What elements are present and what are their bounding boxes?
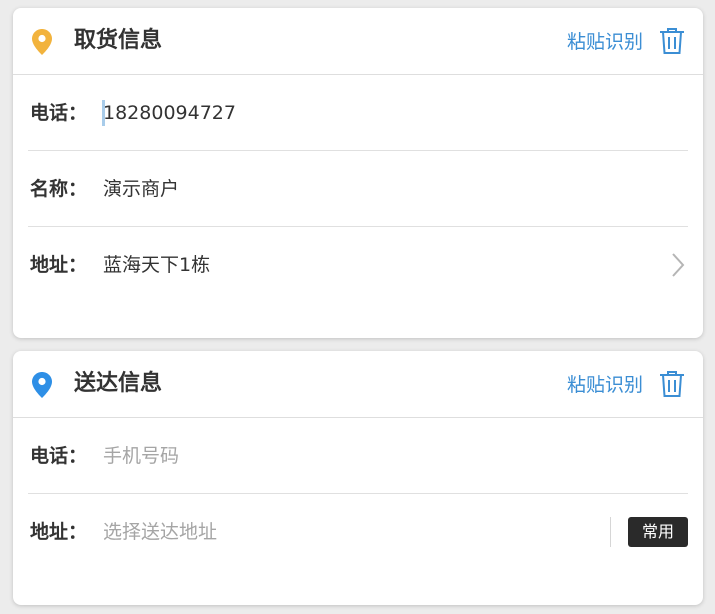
divider [610, 517, 611, 547]
delivery-address-select[interactable]: 选择送达地址 [103, 518, 583, 546]
pickup-address-row[interactable]: 地址： 蓝海天下1栋 [28, 227, 688, 302]
pickup-phone-label: 电话： [30, 102, 88, 124]
trash-icon[interactable] [659, 370, 685, 398]
pickup-phone-input[interactable]: 18280094727 [103, 99, 583, 127]
delivery-paste-recognize-button[interactable]: 粘贴识别 [567, 371, 643, 399]
common-addresses-button[interactable]: 常用 [628, 517, 688, 547]
delivery-address-row[interactable]: 地址： 选择送达地址 常用 [28, 494, 688, 569]
location-pin-icon [32, 29, 52, 55]
delivery-address-label: 地址： [30, 521, 88, 543]
pickup-card: 取货信息 粘贴识别 电话： 18280094727 名称： 演示商户 地址： 蓝… [13, 8, 703, 338]
pickup-phone-row[interactable]: 电话： 18280094727 [28, 75, 688, 151]
pickup-name-row[interactable]: 名称： 演示商户 [28, 151, 688, 227]
trash-icon[interactable] [659, 27, 685, 55]
delivery-header: 送达信息 粘贴识别 [13, 351, 703, 418]
delivery-phone-input[interactable] [103, 442, 583, 470]
chevron-right-icon[interactable] [670, 252, 686, 278]
pickup-title: 取货信息 [74, 28, 163, 53]
pickup-name-input[interactable]: 演示商户 [103, 175, 583, 203]
pickup-name-label: 名称： [30, 178, 88, 200]
pickup-address-value[interactable]: 蓝海天下1栋 [103, 251, 583, 279]
pickup-header: 取货信息 粘贴识别 [13, 8, 703, 75]
delivery-phone-label: 电话： [30, 445, 88, 467]
delivery-phone-row[interactable]: 电话： [28, 418, 688, 494]
pickup-address-label: 地址： [30, 254, 88, 276]
location-pin-icon [32, 372, 52, 398]
delivery-title: 送达信息 [74, 371, 163, 396]
pickup-paste-recognize-button[interactable]: 粘贴识别 [567, 28, 643, 56]
delivery-card: 送达信息 粘贴识别 电话： 地址： 选择送达地址 常用 [13, 351, 703, 605]
